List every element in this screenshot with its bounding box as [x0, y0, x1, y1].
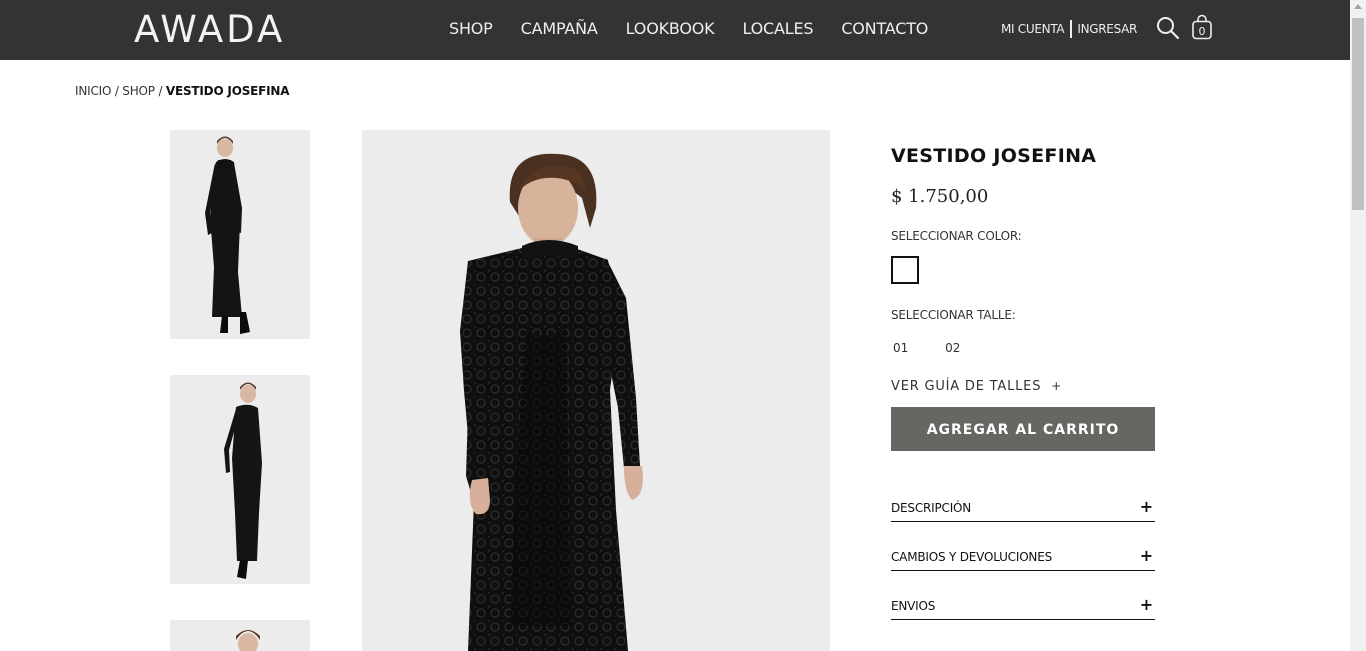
- accordion-description[interactable]: DESCRIPCIÓN +: [891, 497, 1155, 522]
- nav-item-locales[interactable]: LOCALES: [742, 19, 813, 38]
- product-thumbnail-2[interactable]: [170, 375, 310, 584]
- scrollbar-thumb[interactable]: [1352, 18, 1364, 210]
- breadcrumb: INICIO / SHOP / VESTIDO JOSEFINA: [75, 84, 290, 98]
- size-guide-label: VER GUÍA DE TALLES: [891, 379, 1042, 394]
- main-nav: SHOP CAMPAÑA LOOKBOOK LOCALES CONTACTO: [449, 19, 956, 38]
- expand-plus-icon: +: [1139, 595, 1153, 614]
- model-photo-front: [205, 136, 250, 334]
- site-logo[interactable]: AWADA: [134, 8, 285, 51]
- breadcrumb-shop[interactable]: SHOP: [122, 84, 155, 98]
- login-link[interactable]: INGRESAR: [1077, 22, 1137, 36]
- model-photo-detail: [236, 630, 260, 651]
- plus-icon: +: [1051, 379, 1063, 393]
- color-swatch-white[interactable]: [891, 256, 919, 284]
- accordion-label: DESCRIPCIÓN: [891, 501, 972, 515]
- add-to-cart-button[interactable]: AGREGAR AL CARRITO: [891, 407, 1155, 451]
- breadcrumb-current: VESTIDO JOSEFINA: [165, 84, 290, 98]
- product-main-image[interactable]: [362, 130, 830, 651]
- color-label: SELECCIONAR COLOR:: [891, 229, 1022, 243]
- search-icon[interactable]: [1156, 16, 1180, 40]
- accordion-label: ENVIOS: [891, 599, 936, 613]
- product-price: $ 1.750,00: [891, 186, 989, 207]
- product-thumbnail-3[interactable]: [170, 620, 310, 651]
- breadcrumb-separator: /: [111, 84, 123, 98]
- expand-plus-icon: +: [1139, 546, 1153, 565]
- breadcrumb-separator: /: [154, 84, 166, 98]
- product-thumbnail-1[interactable]: [170, 130, 310, 339]
- nav-item-contacto[interactable]: CONTACTO: [841, 19, 928, 38]
- accordion-shipping[interactable]: ENVIOS +: [891, 595, 1155, 620]
- cart-count: 0: [1199, 25, 1206, 38]
- shopping-bag-icon[interactable]: 0: [1191, 14, 1213, 40]
- size-guide-link[interactable]: VER GUÍA DE TALLES +: [891, 379, 1062, 394]
- model-photo-side: [224, 382, 262, 579]
- scroll-up-arrow-icon[interactable]: [1354, 4, 1362, 9]
- account-links: MI CUENTA INGRESAR: [1001, 20, 1137, 38]
- accordion-returns[interactable]: CAMBIOS Y DEVOLUCIONES +: [891, 546, 1155, 571]
- nav-item-campana[interactable]: CAMPAÑA: [521, 19, 598, 38]
- expand-plus-icon: +: [1139, 497, 1153, 516]
- product-title: VESTIDO JOSEFINA: [891, 145, 1097, 167]
- accordion-label: CAMBIOS Y DEVOLUCIONES: [891, 550, 1053, 564]
- nav-item-lookbook[interactable]: LOOKBOOK: [626, 19, 715, 38]
- size-option-02[interactable]: 02: [945, 341, 960, 355]
- breadcrumb-home[interactable]: INICIO: [75, 84, 111, 98]
- size-options: 01 02: [893, 341, 993, 355]
- account-divider: [1070, 20, 1073, 38]
- nav-item-shop[interactable]: SHOP: [449, 19, 493, 38]
- model-photo-main: [460, 153, 643, 651]
- size-label: SELECCIONAR TALLE:: [891, 308, 1016, 322]
- site-header: AWADA SHOP CAMPAÑA LOOKBOOK LOCALES CONT…: [0, 0, 1350, 60]
- size-option-01[interactable]: 01: [893, 341, 908, 355]
- my-account-link[interactable]: MI CUENTA: [1001, 22, 1065, 36]
